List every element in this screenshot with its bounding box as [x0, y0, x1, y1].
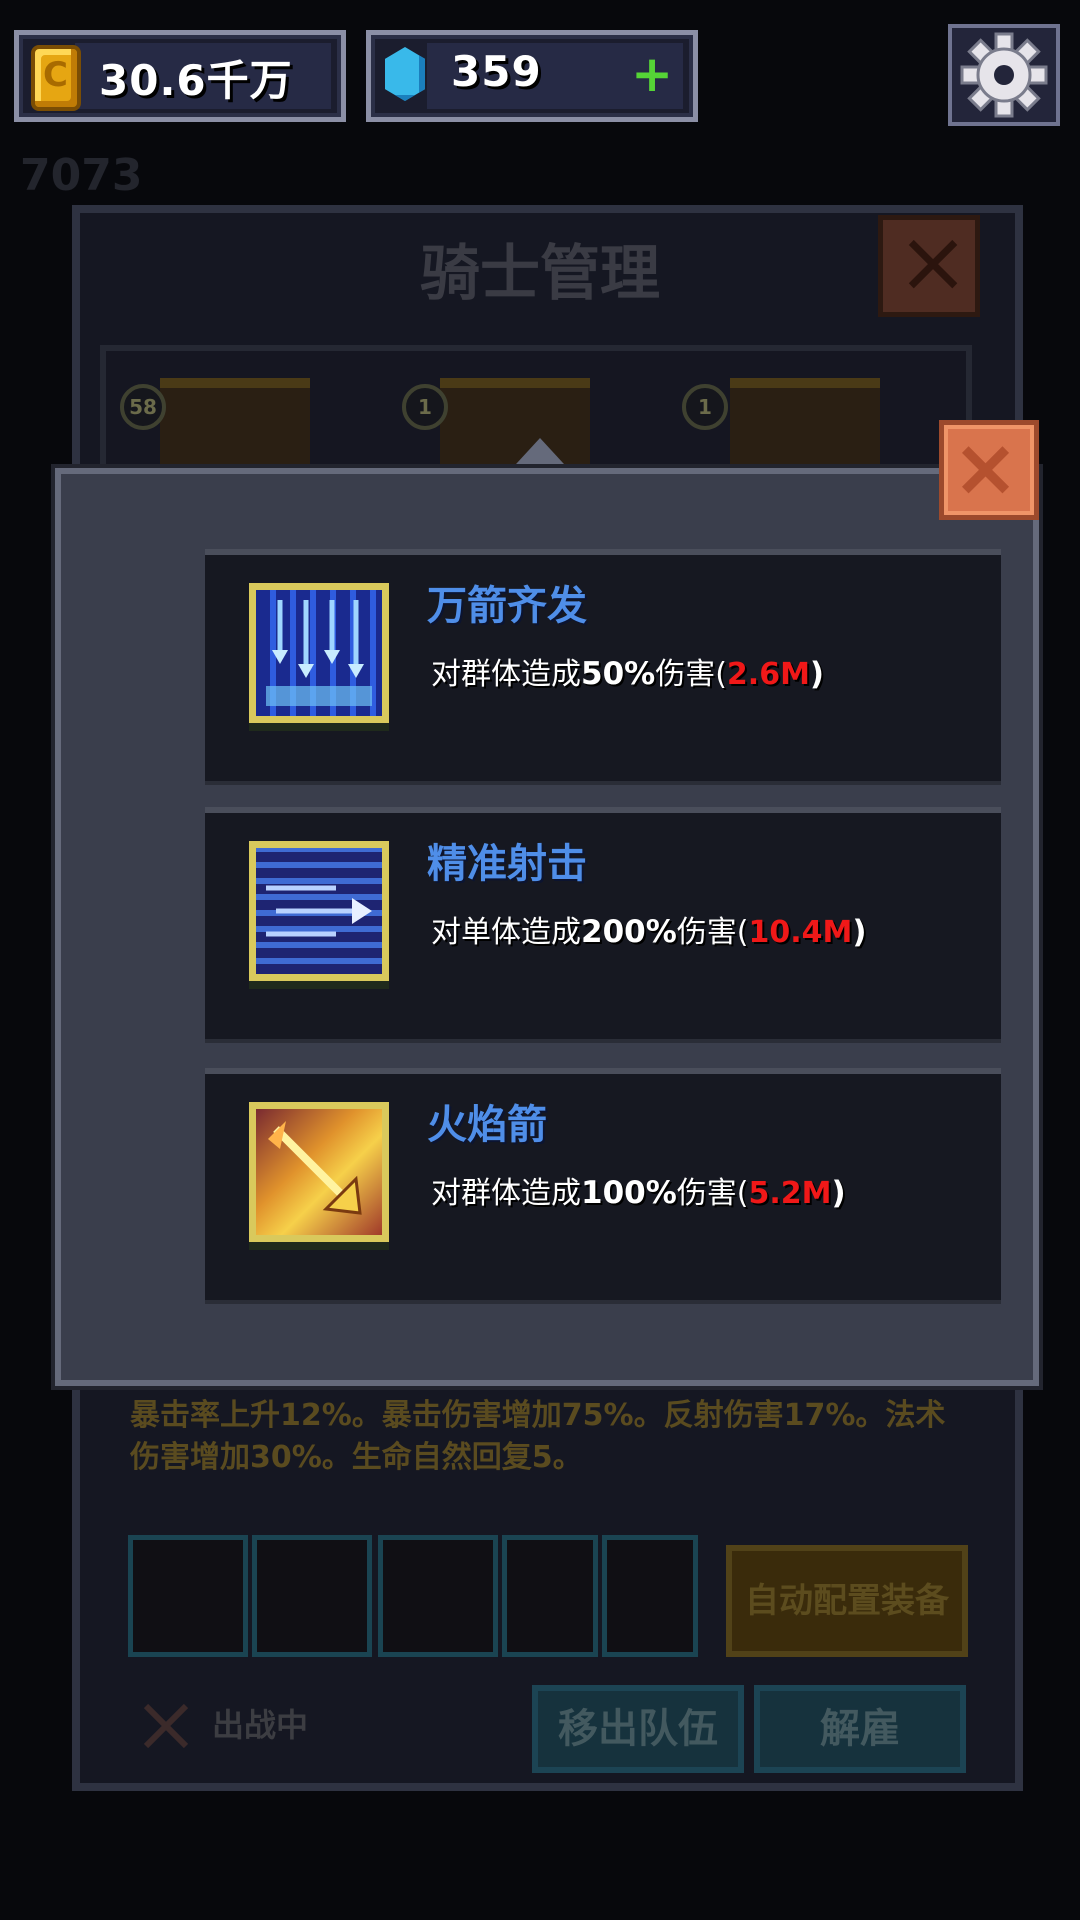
- crossed-swords-icon: [143, 1703, 189, 1749]
- gem-counter: 359 +: [366, 30, 698, 122]
- skill-damage-value: 5.2M: [748, 1176, 832, 1211]
- knight-level-badge: 1: [402, 384, 448, 430]
- gem-amount: 359: [451, 47, 542, 96]
- skill-description: 对单体造成200%伤害(10.4M): [431, 914, 867, 950]
- gem-icon: [385, 47, 425, 101]
- fire-arrow-icon: [249, 1102, 389, 1242]
- equipment-slot[interactable]: [252, 1535, 372, 1657]
- equipment-slot[interactable]: [502, 1535, 598, 1657]
- skill-damage-value: 10.4M: [748, 915, 853, 950]
- gold-amount: 30.6千万: [99, 56, 293, 105]
- background-power-value: 7073: [20, 150, 143, 201]
- equipment-slot[interactable]: [602, 1535, 698, 1657]
- skill-row: 精准射击 对单体造成200%伤害(10.4M): [205, 807, 1001, 1043]
- equipment-slot[interactable]: [378, 1535, 498, 1657]
- popup-close-button[interactable]: ×: [939, 420, 1039, 520]
- arrow-rain-icon: [249, 583, 389, 723]
- settings-button[interactable]: [948, 24, 1060, 126]
- skill-name: 精准射击: [427, 841, 587, 887]
- precise-shot-icon: [249, 841, 389, 981]
- skill-name: 火焰箭: [427, 1102, 547, 1148]
- auto-equip-button[interactable]: 自动配置装备: [726, 1545, 968, 1657]
- gold-counter: C 30.6千万: [14, 30, 346, 122]
- skill-description: 对群体造成100%伤害(5.2M): [431, 1175, 846, 1211]
- gear-icon: [960, 32, 1048, 118]
- deployment-status: 出战中: [212, 1706, 309, 1744]
- skill-name: 万箭齐发: [427, 583, 587, 629]
- background-close-button[interactable]: ×: [878, 215, 980, 317]
- knight-level-badge: 58: [120, 384, 166, 430]
- knight-level-badge: 1: [682, 384, 728, 430]
- skill-row: 火焰箭 对群体造成100%伤害(5.2M): [205, 1068, 1001, 1304]
- skill-damage-value: 2.6M: [726, 657, 810, 692]
- gold-coin-icon: C: [31, 45, 81, 111]
- knight-stats-description: 暴击率上升12%。暴击伤害增加75%。反射伤害17%。法术伤害增加30%。生命自…: [130, 1398, 946, 1475]
- close-icon: ×: [897, 212, 970, 312]
- skill-row: 万箭齐发 对群体造成50%伤害(2.6M): [205, 549, 1001, 785]
- add-gems-button[interactable]: +: [631, 49, 673, 99]
- skills-popup: 万箭齐发 对群体造成50%伤害(2.6M) 精准射击 对单体造成200%伤害(1…: [55, 468, 1039, 1386]
- equipment-slot[interactable]: [128, 1535, 248, 1657]
- close-icon: ×: [952, 421, 1020, 514]
- remove-from-team-button[interactable]: 移出队伍: [532, 1685, 744, 1773]
- dismiss-button[interactable]: 解雇: [754, 1685, 966, 1773]
- skill-description: 对群体造成50%伤害(2.6M): [431, 656, 825, 692]
